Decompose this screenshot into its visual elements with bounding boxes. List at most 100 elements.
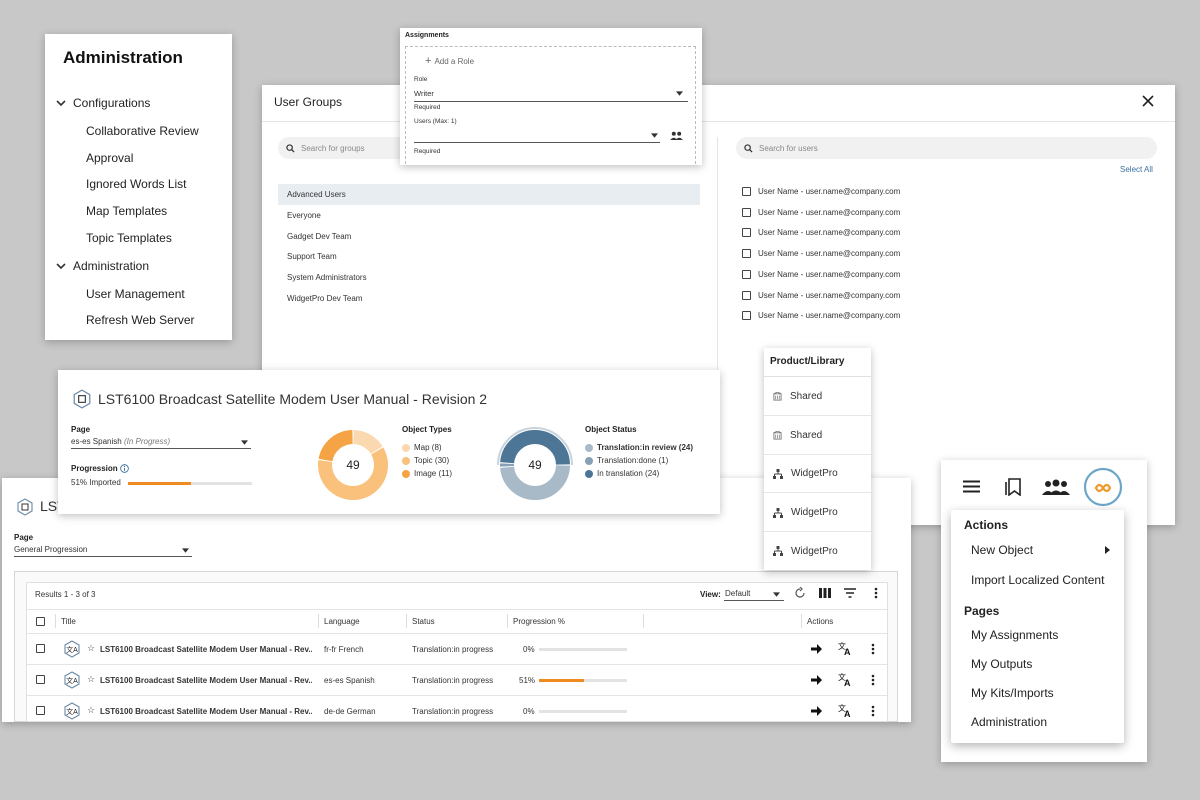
column-header-status[interactable]: Status	[412, 609, 435, 633]
menu-item-administration[interactable]: Administration	[971, 715, 1047, 729]
user-checkbox[interactable]	[742, 208, 751, 217]
row-checkbox[interactable]	[36, 675, 45, 684]
assignments-title: Assignments	[405, 32, 449, 39]
row-checkbox[interactable]	[36, 644, 45, 653]
translate-icon[interactable]: 文A	[838, 703, 853, 718]
dropdown-arrow-icon[interactable]	[651, 133, 658, 138]
user-label: User Name - user.name@company.com	[758, 249, 901, 258]
menu-item-my-outputs[interactable]: My Outputs	[971, 657, 1032, 671]
user-checkbox[interactable]	[742, 311, 751, 320]
refresh-icon[interactable]	[794, 587, 806, 599]
group-item[interactable]: Gadget Dev Team	[278, 226, 700, 247]
row-title[interactable]: LST6100 Broadcast Satellite Modem User M…	[100, 634, 312, 664]
user-checkbox[interactable]	[742, 228, 751, 237]
dropdown-arrow-icon[interactable]	[182, 548, 189, 553]
user-row[interactable]: User Name - user.name@company.com	[742, 228, 900, 237]
bookmarks-icon[interactable]	[1005, 478, 1021, 496]
product-library-item[interactable]: WidgetPro	[764, 532, 871, 570]
translate-icon[interactable]: 文A	[838, 672, 853, 687]
admin-item-approval[interactable]: Approval	[86, 151, 133, 165]
translate-icon[interactable]: 文A	[838, 641, 853, 656]
caret-right-icon[interactable]	[1105, 546, 1110, 554]
product-library-item[interactable]: Shared	[764, 378, 871, 416]
admin-item-user-management[interactable]: User Management	[86, 287, 185, 301]
table-row[interactable]: 文A ☆ LST6100 Broadcast Satellite Modem U…	[27, 664, 887, 695]
group-item[interactable]: System Administrators	[278, 267, 700, 288]
more-vertical-icon[interactable]	[871, 643, 875, 655]
row-title[interactable]: LST6100 Broadcast Satellite Modem User M…	[100, 665, 312, 695]
menu-item-my-assignments[interactable]: My Assignments	[971, 628, 1058, 642]
view-select[interactable]: Default	[725, 589, 750, 598]
admin-item-collaborative-review[interactable]: Collaborative Review	[86, 124, 199, 138]
group-item[interactable]: WidgetPro Dev Team	[278, 288, 700, 309]
user-row[interactable]: User Name - user.name@company.com	[742, 187, 900, 196]
star-icon[interactable]: ☆	[87, 643, 95, 654]
select-all-link[interactable]: Select All	[1120, 165, 1153, 174]
table-row[interactable]: 文A ☆ LST6100 Broadcast Satellite Modem U…	[27, 695, 887, 722]
users-group-icon[interactable]	[1042, 479, 1070, 495]
user-checkbox[interactable]	[742, 291, 751, 300]
column-header-title[interactable]: Title	[61, 609, 76, 633]
info-icon[interactable]	[120, 464, 129, 473]
user-row[interactable]: User Name - user.name@company.com	[742, 249, 900, 258]
user-row[interactable]: User Name - user.name@company.com	[742, 208, 900, 217]
admin-item-refresh-web-server[interactable]: Refresh Web Server	[86, 313, 195, 327]
user-row[interactable]: User Name - user.name@company.com	[742, 270, 900, 279]
object-types-title: Object Types	[402, 425, 452, 434]
close-icon[interactable]	[1142, 95, 1154, 107]
menu-item-import-localized-content[interactable]: Import Localized Content	[971, 573, 1104, 587]
table-page-select[interactable]: General Progression	[14, 545, 87, 554]
role-select-value[interactable]: Writer	[414, 89, 434, 98]
app-logo-icon[interactable]	[1083, 467, 1123, 507]
product-library-item[interactable]: WidgetPro	[764, 494, 871, 532]
dropdown-arrow-icon[interactable]	[241, 440, 248, 445]
user-checkbox[interactable]	[742, 270, 751, 279]
star-icon[interactable]: ☆	[87, 705, 95, 716]
donut-slice-0	[352, 430, 383, 455]
user-checkbox[interactable]	[742, 187, 751, 196]
arrow-right-icon[interactable]	[811, 675, 822, 685]
users-group-icon[interactable]	[670, 131, 683, 140]
group-item[interactable]: Advanced Users	[278, 184, 700, 205]
hamburger-menu-icon[interactable]	[963, 480, 980, 493]
column-header-actions: Actions	[807, 616, 834, 626]
row-checkbox[interactable]	[36, 706, 45, 715]
section-configurations[interactable]: Configurations	[53, 93, 150, 113]
more-vertical-icon[interactable]	[871, 705, 875, 717]
arrow-right-icon[interactable]	[811, 706, 822, 716]
group-item[interactable]: Support Team	[278, 246, 700, 267]
users-search-input[interactable]	[759, 143, 1131, 153]
select-all-checkbox[interactable]	[36, 617, 45, 626]
admin-item-map-templates[interactable]: Map Templates	[86, 204, 167, 218]
admin-item-ignored-words-list[interactable]: Ignored Words List	[86, 177, 187, 191]
columns-icon[interactable]	[819, 588, 831, 598]
section-administration[interactable]: Administration	[53, 256, 149, 276]
document-icon	[73, 389, 91, 409]
dropdown-arrow-icon[interactable]	[676, 91, 683, 96]
menu-item-new-object[interactable]: New Object	[971, 543, 1033, 557]
row-title[interactable]: LST6100 Broadcast Satellite Modem User M…	[100, 696, 312, 722]
table-page-underline	[14, 556, 192, 557]
user-row[interactable]: User Name - user.name@company.com	[742, 311, 900, 320]
more-vertical-icon[interactable]	[874, 587, 878, 599]
arrow-right-icon[interactable]	[811, 644, 822, 654]
add-role-button[interactable]: + Add a Role	[425, 55, 474, 67]
table-row[interactable]: 文A ☆ LST6100 Broadcast Satellite Modem U…	[27, 633, 887, 664]
group-item[interactable]: Everyone	[278, 205, 700, 226]
user-checkbox[interactable]	[742, 249, 751, 258]
users-search[interactable]	[736, 137, 1157, 159]
filter-icon[interactable]	[844, 588, 856, 598]
dropdown-arrow-icon[interactable]	[773, 592, 780, 597]
column-header-language[interactable]: Language	[324, 609, 360, 633]
column-separator	[318, 614, 319, 628]
product-library-item[interactable]: Shared	[764, 417, 871, 455]
admin-item-topic-templates[interactable]: Topic Templates	[86, 231, 172, 245]
product-library-item[interactable]: WidgetPro	[764, 455, 871, 493]
more-vertical-icon[interactable]	[871, 674, 875, 686]
menu-item-my-kits-imports[interactable]: My Kits/Imports	[971, 686, 1054, 700]
user-row[interactable]: User Name - user.name@company.com	[742, 291, 900, 300]
column-header-progression[interactable]: Progression %	[513, 609, 565, 633]
document-icon	[17, 498, 33, 516]
star-icon[interactable]: ☆	[87, 674, 95, 685]
doc-page-select[interactable]: es-es Spanish (In Progress)	[71, 437, 170, 446]
